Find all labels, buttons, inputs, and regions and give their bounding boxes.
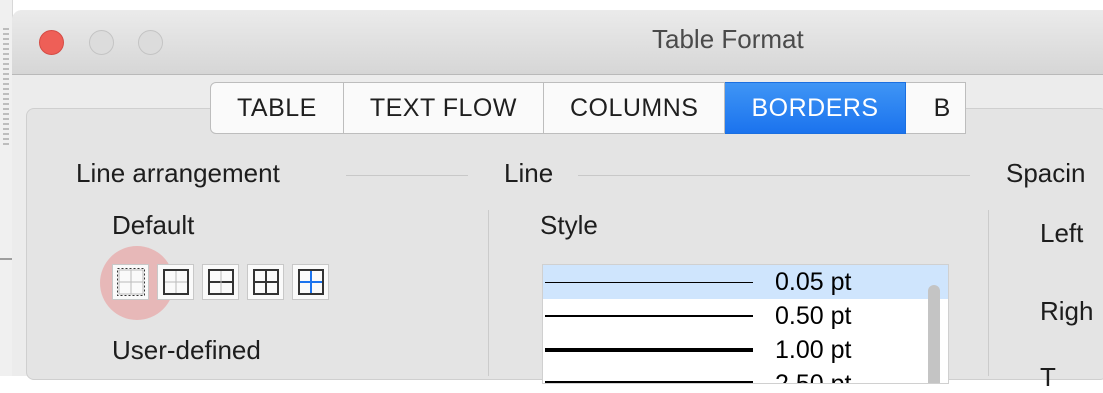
line-style-list[interactable]: 0.05 pt 0.50 pt 1.00 pt 2.50 pt xyxy=(542,264,949,384)
line-arrangement-separator xyxy=(346,175,468,176)
outer-border-only-icon[interactable] xyxy=(157,264,194,300)
line-style-option[interactable]: 0.50 pt xyxy=(543,299,948,333)
close-button[interactable] xyxy=(39,30,64,55)
line-width-value: 0.05 pt xyxy=(775,267,852,296)
tab-bar: Table Text Flow Columns Borders B xyxy=(210,82,966,136)
line-header: Line xyxy=(504,158,554,188)
line-style-option[interactable]: 1.00 pt xyxy=(543,333,948,367)
section-divider xyxy=(488,210,489,376)
line-sample xyxy=(545,348,753,352)
window-title: Table Format xyxy=(652,24,804,54)
list-scrollbar[interactable] xyxy=(928,285,940,383)
line-style-option[interactable]: 0.05 pt xyxy=(543,265,948,299)
spacing-left-label: Left xyxy=(1040,218,1084,248)
section-divider xyxy=(988,210,989,376)
spacing-header: Spacin xyxy=(1006,158,1086,188)
tab-text-flow[interactable]: Text Flow xyxy=(343,82,544,134)
line-width-value: 1.00 pt xyxy=(775,335,852,364)
tab-background[interactable]: B xyxy=(905,82,966,134)
outer-border-all-lines-blue-icon[interactable] xyxy=(292,264,329,300)
resize-grip xyxy=(3,28,9,146)
outer-border-all-lines-icon[interactable] xyxy=(247,264,284,300)
default-label: Default xyxy=(112,210,195,240)
line-width-value: 0.50 pt xyxy=(775,301,852,330)
user-defined-label: User-defined xyxy=(112,335,261,365)
line-separator xyxy=(578,175,970,176)
tab-columns[interactable]: Columns xyxy=(543,82,726,134)
style-label: Style xyxy=(540,210,598,240)
line-sample xyxy=(545,381,753,383)
line-sample xyxy=(545,315,753,317)
tab-table[interactable]: Table xyxy=(210,82,344,134)
minimize-button[interactable] xyxy=(89,30,114,55)
line-width-value: 2.50 pt xyxy=(775,369,852,384)
edge-mark xyxy=(0,258,12,260)
title-bar: Table Format xyxy=(12,10,1103,75)
spacing-top-label: T xyxy=(1040,362,1056,392)
spacing-right-label: Righ xyxy=(1040,296,1094,326)
border-presets xyxy=(112,264,329,300)
outer-border-horizontal-icon[interactable] xyxy=(202,264,239,300)
tab-borders[interactable]: Borders xyxy=(725,82,906,134)
zoom-button[interactable] xyxy=(138,30,163,55)
line-sample xyxy=(545,281,753,283)
no-borders-icon[interactable] xyxy=(112,264,149,300)
line-arrangement-header: Line arrangement xyxy=(76,158,280,188)
